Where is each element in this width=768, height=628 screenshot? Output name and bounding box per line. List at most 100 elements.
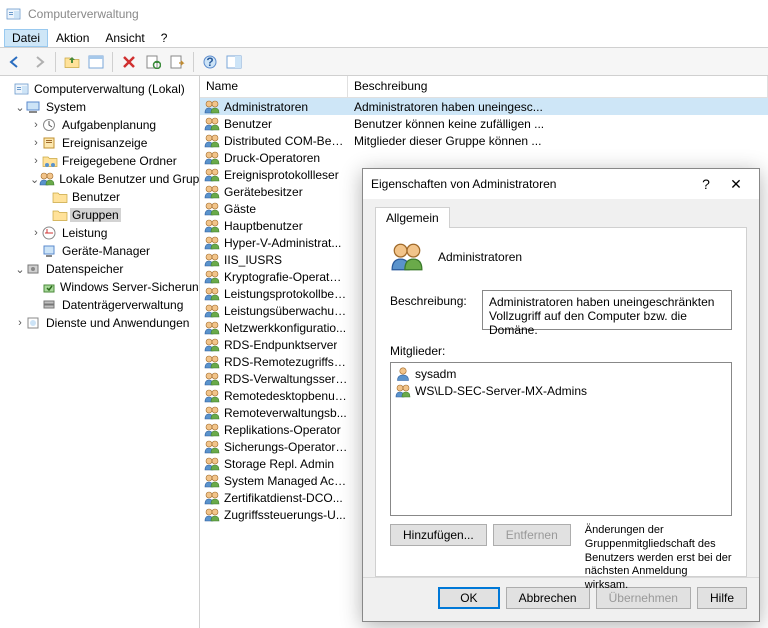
list-item-desc: Administratoren haben uneingesc...: [348, 100, 768, 114]
titlebar: Computerverwaltung: [0, 0, 768, 28]
group-icon: [204, 116, 220, 132]
tree-root[interactable]: Computerverwaltung (Lokal): [2, 80, 197, 98]
list-item-name: Distributed COM-Ben...: [224, 134, 348, 148]
props-button[interactable]: [85, 51, 107, 73]
group-icon: [204, 235, 220, 251]
group-icon: [204, 201, 220, 217]
list-item-name: Sicherungs-Operatoren: [224, 440, 348, 454]
list-item-name: Remotedesktopbenut...: [224, 389, 348, 403]
member-name: sysadm: [415, 367, 456, 381]
dialog-help-icon[interactable]: ?: [691, 176, 721, 192]
group-icon: [204, 303, 220, 319]
refresh-button[interactable]: [142, 51, 164, 73]
list-row[interactable]: Administratoren Administratoren haben une…: [200, 98, 768, 115]
list-item-name: Replikations-Operator: [224, 423, 341, 437]
app-icon: [6, 6, 22, 22]
list-item-name: Leistungsüberwachun...: [224, 304, 348, 318]
menu-help[interactable]: ?: [153, 29, 176, 47]
list-item-name: Leistungsprotokollben...: [224, 287, 348, 301]
list-item-name: Benutzer: [224, 117, 272, 131]
list-item-name: Gäste: [224, 202, 256, 216]
remove-button[interactable]: Entfernen: [493, 524, 571, 546]
menu-ansicht[interactable]: Ansicht: [97, 29, 152, 47]
list-row[interactable]: Benutzer Benutzer können keine zufälligen…: [200, 115, 768, 132]
list-header: Name Beschreibung: [200, 76, 768, 98]
desc-label: Beschreibung:: [390, 290, 472, 330]
list-item-name: RDS-Endpunktserver: [224, 338, 337, 352]
list-item-name: RDS-Verwaltungsserver: [224, 372, 348, 386]
tree-datenspeicher[interactable]: ⌄Datenspeicher: [2, 260, 197, 278]
list-row[interactable]: Druck-Operatoren: [200, 149, 768, 166]
group-icon: [204, 371, 220, 387]
group-icon: [204, 184, 220, 200]
tree-dienste[interactable]: ›Dienste und Anwendungen: [2, 314, 197, 332]
list-item-name: Ereignisprotokollleser: [224, 168, 339, 182]
tree-leistung[interactable]: ›Leistung: [2, 224, 197, 242]
menu-aktion[interactable]: Aktion: [48, 29, 97, 47]
group-icon: [395, 383, 411, 399]
group-icon: [204, 405, 220, 421]
toolbar: ?: [0, 48, 768, 76]
tree-daten[interactable]: Datenträgerverwaltung: [2, 296, 197, 314]
group-icon: [204, 286, 220, 302]
menubar: Datei Aktion Ansicht ?: [0, 28, 768, 48]
member-name: WS\LD-SEC-Server-MX-Admins: [415, 384, 587, 398]
group-icon: [204, 320, 220, 336]
list-item-name: Storage Repl. Admin: [224, 457, 334, 471]
tab-allgemein[interactable]: Allgemein: [375, 207, 450, 228]
tree-gruppen[interactable]: Gruppen: [2, 206, 197, 224]
add-button[interactable]: Hinzufügen...: [390, 524, 487, 546]
tree-freigegeben[interactable]: ›Freigegebene Ordner: [2, 152, 197, 170]
panel-button[interactable]: [223, 51, 245, 73]
list-item-name: System Managed Acc...: [224, 474, 348, 488]
tree-ereignis[interactable]: ›Ereignisanzeige: [2, 134, 197, 152]
group-icon: [390, 240, 424, 274]
group-icon: [204, 133, 220, 149]
group-name: Administratoren: [438, 250, 522, 264]
members-label: Mitglieder:: [390, 344, 732, 358]
help-button[interactable]: ?: [199, 51, 221, 73]
members-list[interactable]: sysadm WS\LD-SEC-Server-MX-Admins: [390, 362, 732, 516]
properties-dialog: Eigenschaften von Administratoren ? ✕ Al…: [362, 168, 760, 622]
list-item-desc: Benutzer können keine zufälligen ...: [348, 117, 768, 131]
user-icon: [395, 366, 411, 382]
list-item-name: Zertifikatdienst-DCO...: [224, 491, 343, 505]
dialog-title: Eigenschaften von Administratoren: [371, 177, 691, 191]
tree-aufgaben[interactable]: ›Aufgabenplanung: [2, 116, 197, 134]
member-row[interactable]: sysadm: [393, 365, 729, 382]
tree-benutzer[interactable]: Benutzer: [2, 188, 197, 206]
col-name[interactable]: Name: [200, 76, 348, 97]
export-button[interactable]: [166, 51, 188, 73]
group-icon: [204, 167, 220, 183]
menu-datei[interactable]: Datei: [4, 29, 48, 47]
tree-geraete[interactable]: Geräte-Manager: [2, 242, 197, 260]
list-item-name: IIS_IUSRS: [224, 253, 282, 267]
group-icon: [204, 422, 220, 438]
col-desc[interactable]: Beschreibung: [348, 76, 768, 97]
list-row[interactable]: Distributed COM-Ben...Mitglieder dieser …: [200, 132, 768, 149]
group-icon: [204, 456, 220, 472]
group-icon: [204, 337, 220, 353]
tree-pane: Computerverwaltung (Lokal) ⌄System ›Aufg…: [0, 76, 200, 628]
tree-lokale[interactable]: ⌄Lokale Benutzer und Gruppen: [2, 170, 197, 188]
list-item-name: Druck-Operatoren: [224, 151, 320, 165]
group-icon: [204, 218, 220, 234]
tree-wsb[interactable]: Windows Server-Sicherung: [2, 278, 197, 296]
list-item-name: Administratoren: [224, 100, 308, 114]
forward-button[interactable]: [28, 51, 50, 73]
list-item-name: Zugriffssteuerungs-U...: [224, 508, 346, 522]
up-button[interactable]: [61, 51, 83, 73]
group-icon: [204, 388, 220, 404]
group-icon: [204, 252, 220, 268]
tree-system[interactable]: ⌄System: [2, 98, 197, 116]
tab-content: Administratoren Beschreibung: Administra…: [375, 227, 747, 577]
desc-field[interactable]: Administratoren haben uneingeschränkten …: [482, 290, 732, 330]
window-title: Computerverwaltung: [28, 7, 139, 21]
back-button[interactable]: [4, 51, 26, 73]
membership-note: Änderungen der Gruppenmitgliedschaft des…: [571, 524, 732, 593]
list-item-name: Hyper-V-Administrat...: [224, 236, 341, 250]
group-icon: [204, 473, 220, 489]
close-icon[interactable]: ✕: [721, 176, 751, 193]
member-row[interactable]: WS\LD-SEC-Server-MX-Admins: [393, 382, 729, 399]
delete-button[interactable]: [118, 51, 140, 73]
